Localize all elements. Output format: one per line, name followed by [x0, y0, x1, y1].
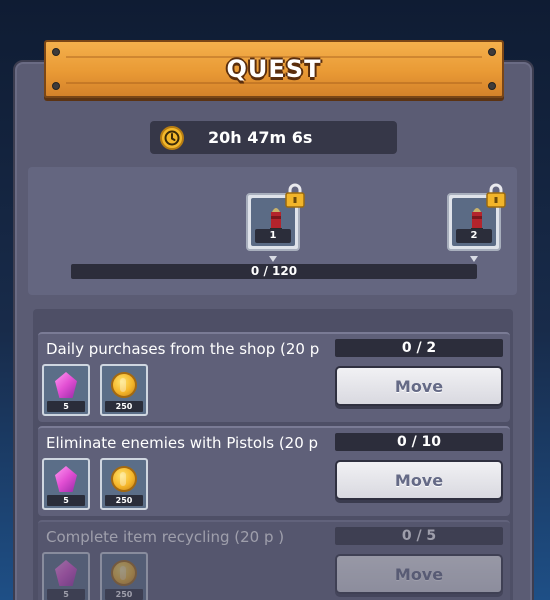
reward-qty: 5	[47, 401, 85, 412]
reward-coin-slot: 250	[100, 364, 148, 416]
move-button[interactable]: Move	[335, 366, 503, 406]
nail-icon	[52, 48, 60, 56]
coin-icon	[111, 466, 137, 492]
reward-gem-slot: 5	[42, 364, 90, 416]
reward-qty: 5	[47, 495, 85, 506]
lock-icon	[285, 183, 305, 208]
milestone-marker	[470, 256, 478, 262]
reward-qty: 250	[105, 589, 143, 600]
reward-coin-slot: 250	[100, 552, 148, 600]
coin-icon	[111, 560, 137, 586]
nail-icon	[52, 82, 60, 90]
nail-icon	[488, 82, 496, 90]
timer-text: 20h 47m 6s	[208, 128, 313, 147]
reward-gem-slot: 5	[42, 458, 90, 510]
lock-icon	[486, 183, 506, 208]
clock-icon	[160, 125, 184, 150]
quest-row: Complete item recycling (20 p ) 0 / 5 5 …	[38, 520, 510, 600]
quest-row: Eliminate enemies with Pistols (20 p 0 /…	[38, 426, 510, 516]
page-title: QUEST	[226, 55, 322, 83]
quest-progress: 0 / 5	[335, 527, 503, 545]
milestone-number: 1	[255, 229, 291, 243]
quest-title: Daily purchases from the shop (20 p	[46, 340, 320, 358]
coin-icon	[111, 372, 137, 398]
quest-row: Daily purchases from the shop (20 p 0 / …	[38, 332, 510, 422]
reward-qty: 250	[105, 495, 143, 506]
milestone-progress-bar: 0 / 120	[71, 264, 477, 279]
quest-progress: 0 / 2	[335, 339, 503, 357]
quest-banner: QUEST	[44, 40, 504, 98]
quest-title: Complete item recycling (20 p )	[46, 528, 285, 546]
gem-icon	[55, 560, 77, 586]
milestone-marker	[269, 256, 277, 262]
quest-progress: 0 / 10	[335, 433, 503, 451]
reward-coin-slot: 250	[100, 458, 148, 510]
reward-qty: 250	[105, 401, 143, 412]
gem-icon	[55, 466, 77, 492]
reward-qty: 5	[47, 589, 85, 600]
reward-gem-slot: 5	[42, 552, 90, 600]
quest-title: Eliminate enemies with Pistols (20 p	[46, 434, 319, 452]
milestone-number: 2	[456, 229, 492, 243]
move-button[interactable]: Move	[335, 460, 503, 500]
move-button[interactable]: Move	[335, 554, 503, 594]
gem-icon	[55, 372, 77, 398]
nail-icon	[488, 48, 496, 56]
reset-timer: 20h 47m 6s	[150, 121, 397, 154]
